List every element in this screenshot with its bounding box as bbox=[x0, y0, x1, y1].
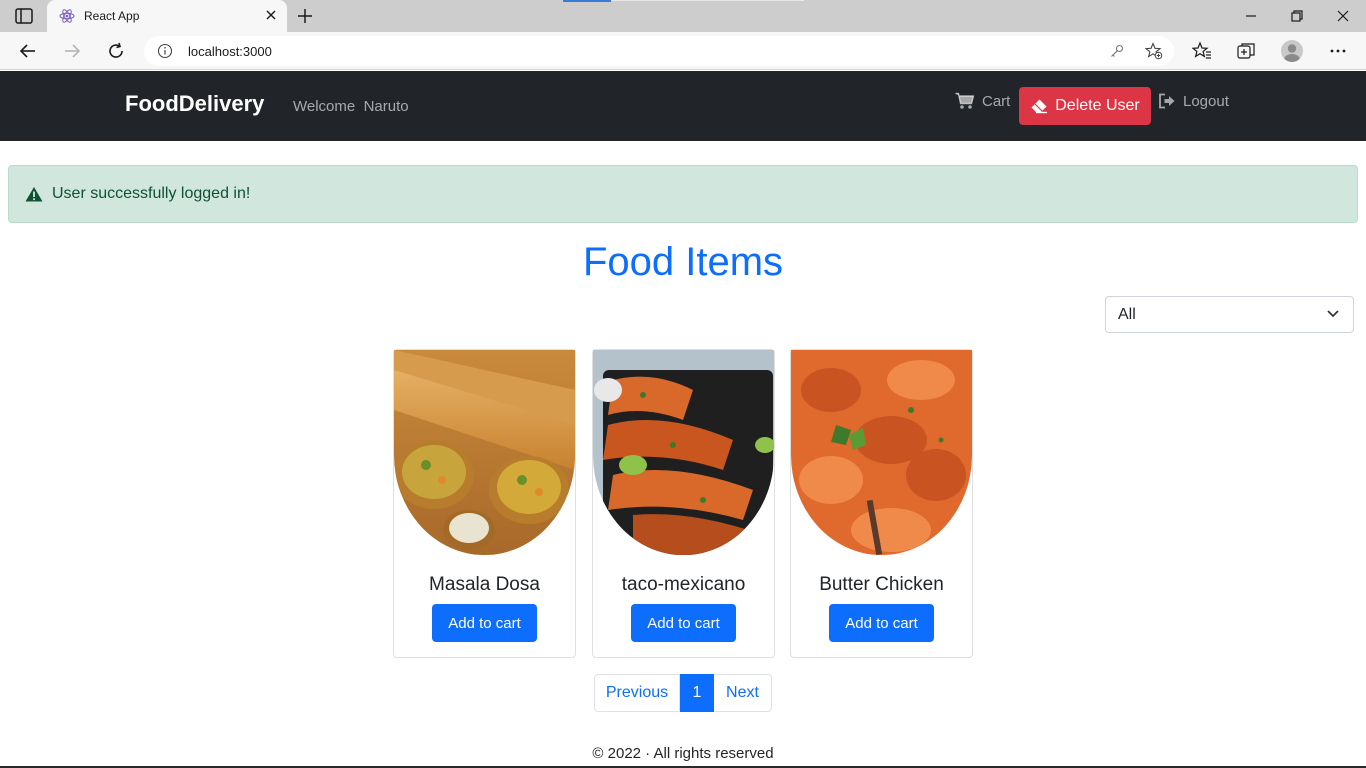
food-item-name: Masala Dosa bbox=[429, 574, 540, 595]
user-avatar-icon bbox=[1284, 44, 1300, 62]
more-options-icon[interactable] bbox=[1328, 41, 1348, 61]
tab-strip-accent bbox=[563, 0, 611, 2]
profile-avatar[interactable] bbox=[1281, 40, 1303, 62]
browser-tab-strip: React App bbox=[0, 0, 1366, 32]
food-card: taco-mexicano Add to cart bbox=[592, 349, 775, 658]
login-success-alert: User successfully logged in! bbox=[8, 165, 1358, 223]
category-filter-select[interactable]: All bbox=[1105, 296, 1354, 333]
eraser-icon bbox=[1031, 99, 1048, 114]
browser-tab[interactable]: React App bbox=[47, 0, 287, 32]
footer-copyright: © 2022 · All rights reserved bbox=[592, 745, 774, 762]
collections-icon[interactable] bbox=[1236, 41, 1256, 61]
tab-title: React App bbox=[84, 9, 140, 23]
alert-message: User successfully logged in! bbox=[52, 185, 251, 202]
delete-user-label: Delete User bbox=[1055, 97, 1140, 114]
cart-link[interactable]: Cart bbox=[955, 90, 1010, 112]
refresh-icon[interactable] bbox=[106, 41, 126, 61]
favorites-icon[interactable] bbox=[1192, 41, 1212, 61]
logout-link[interactable]: Logout bbox=[1158, 90, 1229, 112]
app-navbar: FoodDelivery Welcome Naruto Cart Delete … bbox=[0, 71, 1366, 141]
cart-label: Cart bbox=[982, 92, 1011, 110]
add-to-cart-button[interactable]: Add to cart bbox=[432, 604, 537, 642]
restore-icon[interactable] bbox=[1289, 8, 1305, 24]
react-favicon-icon bbox=[59, 9, 75, 23]
butter-chicken-image bbox=[791, 350, 972, 555]
new-tab-icon[interactable] bbox=[295, 6, 315, 26]
key-icon[interactable] bbox=[1109, 43, 1125, 59]
food-card: Butter Chicken Add to cart bbox=[790, 349, 973, 658]
page-1-button[interactable]: 1 bbox=[680, 674, 714, 712]
minimize-icon[interactable] bbox=[1243, 8, 1259, 24]
next-page-button[interactable]: Next bbox=[714, 674, 772, 712]
food-item-name: Butter Chicken bbox=[819, 574, 944, 595]
forward-arrow-icon[interactable] bbox=[62, 41, 82, 61]
food-card: Masala Dosa Add to cart bbox=[393, 349, 576, 658]
filter-selected-value: All bbox=[1118, 306, 1136, 323]
warning-triangle-icon bbox=[25, 187, 43, 202]
previous-page-button[interactable]: Previous bbox=[594, 674, 680, 712]
close-window-icon[interactable] bbox=[1335, 8, 1351, 24]
back-arrow-icon[interactable] bbox=[18, 41, 38, 61]
add-to-cart-button[interactable]: Add to cart bbox=[631, 604, 736, 642]
site-info-icon[interactable] bbox=[157, 43, 173, 59]
food-item-name: taco-mexicano bbox=[621, 574, 746, 595]
tab-strip-divider bbox=[611, 0, 804, 1]
browser-toolbar: localhost:3000 bbox=[0, 32, 1366, 70]
cart-icon bbox=[955, 92, 975, 109]
delete-user-button[interactable]: Delete User bbox=[1019, 87, 1151, 125]
close-tab-icon[interactable] bbox=[263, 7, 279, 23]
welcome-text: Welcome Naruto bbox=[293, 98, 409, 115]
logout-label: Logout bbox=[1183, 92, 1229, 110]
add-to-cart-button[interactable]: Add to cart bbox=[829, 604, 934, 642]
add-favorite-icon[interactable] bbox=[1145, 42, 1163, 60]
address-bar[interactable]: localhost:3000 bbox=[144, 36, 1174, 66]
pagination: Previous 1 Next bbox=[594, 674, 772, 712]
taco-mexicano-image bbox=[593, 350, 774, 555]
logout-icon bbox=[1159, 93, 1175, 109]
masala-dosa-image bbox=[394, 350, 575, 555]
url-text: localhost:3000 bbox=[188, 44, 272, 59]
brand-link[interactable]: FoodDelivery bbox=[125, 91, 264, 117]
tab-actions-icon[interactable] bbox=[14, 7, 34, 25]
chevron-down-icon bbox=[1327, 310, 1339, 318]
page-title: Food Items bbox=[582, 240, 784, 284]
